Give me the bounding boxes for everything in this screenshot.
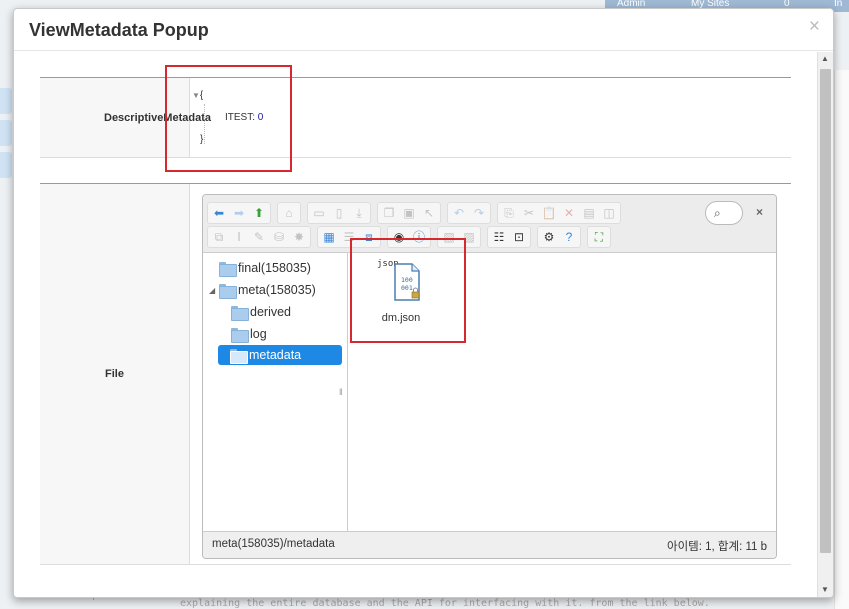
open-icon[interactable]: ▭ bbox=[310, 204, 328, 222]
toolbar-group-undo: ↶ ↷ bbox=[447, 202, 491, 224]
toolbar-group-home: ⌂ bbox=[277, 202, 301, 224]
toolbar-group-fullscreen: ⛶ bbox=[587, 226, 611, 248]
paste-icon[interactable]: 📋 bbox=[540, 204, 558, 222]
resize-icon[interactable]: ◫ bbox=[600, 204, 618, 222]
status-bar: meta(158035)/metadata 아이템: 1, 합계: 11 b bbox=[203, 531, 776, 558]
status-info: 아이템: 1, 합계: 11 b bbox=[667, 541, 767, 553]
folder-icon bbox=[231, 327, 249, 343]
folder-icon bbox=[219, 283, 237, 299]
tree-item-label: final(158035) bbox=[238, 261, 311, 275]
tree-item-label: log bbox=[250, 327, 267, 341]
toolbar-group-create: ⧉ Ⅰ ✎ ⛁ ✸ bbox=[207, 226, 311, 248]
undo-icon[interactable]: ↶ bbox=[450, 204, 468, 222]
toolbar-group-sort: ☷ ⊡ bbox=[487, 226, 531, 248]
tree-resize-handle[interactable]: ‖ bbox=[339, 387, 343, 397]
copy-icon[interactable]: ⎘ bbox=[500, 204, 518, 222]
duplicate-icon[interactable]: ⧉ bbox=[210, 228, 228, 246]
scroll-down-icon[interactable]: ▼ bbox=[821, 585, 829, 594]
toolbar-group-clipboard: ⎘ ✂ 📋 ✕ ▤ ◫ bbox=[497, 202, 621, 224]
modal-header: ViewMetadata Popup × bbox=[14, 9, 833, 51]
bg-right-label: In bbox=[834, 0, 843, 9]
delete-icon[interactable]: ✕ bbox=[560, 204, 578, 222]
folder-tree: final(158035) ◢ meta(158035) derived log bbox=[203, 253, 348, 531]
expand-caret-icon[interactable]: ◢ bbox=[209, 286, 219, 295]
download-icon[interactable]: ⤓ bbox=[350, 204, 368, 222]
icons-view-icon[interactable]: ▦ bbox=[320, 228, 338, 246]
toolbar-group-edit: ❐ ▣ ↖ bbox=[377, 202, 441, 224]
bg-left-tabs bbox=[0, 88, 12, 184]
scroll-up-icon[interactable]: ▲ bbox=[821, 54, 829, 63]
toolbar-group-nav: ⬅ ➡ ⬆ bbox=[207, 202, 271, 224]
up-icon[interactable]: ⬆ bbox=[250, 204, 268, 222]
search-icon: ⌕ bbox=[714, 206, 721, 220]
back-icon[interactable]: ⬅ bbox=[210, 204, 228, 222]
search-clear-icon[interactable]: × bbox=[756, 205, 763, 219]
view-mode-icon[interactable]: ⊡ bbox=[510, 228, 528, 246]
tree-item-label: meta(158035) bbox=[238, 283, 316, 297]
search-input[interactable]: ⌕ bbox=[705, 201, 743, 225]
scrollbar-thumb[interactable] bbox=[820, 69, 831, 553]
highlight-box-file bbox=[350, 238, 466, 343]
tree-item-log[interactable]: log bbox=[231, 324, 267, 344]
empty-icon[interactable]: ▤ bbox=[580, 204, 598, 222]
folder-icon bbox=[230, 348, 248, 364]
redo-icon[interactable]: ↷ bbox=[470, 204, 488, 222]
bg-right-strip bbox=[834, 70, 849, 609]
toolbar-group-help: ⚙ ? bbox=[537, 226, 581, 248]
sort-icon[interactable]: ☷ bbox=[490, 228, 508, 246]
forward-icon[interactable]: ➡ bbox=[230, 204, 248, 222]
edit-icon[interactable]: ✎ bbox=[250, 228, 268, 246]
extract-icon[interactable]: ✸ bbox=[290, 228, 308, 246]
folder-icon bbox=[219, 261, 237, 277]
archive-icon[interactable]: ⛁ bbox=[270, 228, 288, 246]
file-label-text: File bbox=[105, 368, 124, 380]
tree-item-label: derived bbox=[250, 305, 291, 319]
modal-title: ViewMetadata Popup bbox=[29, 20, 209, 40]
toolbar-group-file: ▭ ▯ ⤓ bbox=[307, 202, 371, 224]
tree-item-derived[interactable]: derived bbox=[231, 302, 291, 322]
new-file-icon[interactable]: ▯ bbox=[330, 204, 348, 222]
descriptive-metadata-row: DescriptiveMetadata ▼{ ITEST: 0 } bbox=[40, 77, 791, 158]
file-manager-toolbar: ⬅ ➡ ⬆ ⌂ ▭ ▯ ⤓ ❐ ▣ ↖ ↶ ↷ ⎘ ✂ 📋 ✕ ▤ ◫ ⧉ Ⅰ … bbox=[203, 195, 776, 253]
rename-icon[interactable]: Ⅰ bbox=[230, 228, 248, 246]
close-icon[interactable]: × bbox=[809, 17, 820, 37]
select-icon[interactable]: ↖ bbox=[420, 204, 438, 222]
tree-item-metadata[interactable]: metadata bbox=[218, 345, 342, 365]
tree-item-label: metadata bbox=[249, 348, 302, 362]
file-manager: ⬅ ➡ ⬆ ⌂ ▭ ▯ ⤓ ❐ ▣ ↖ ↶ ↷ ⎘ ✂ 📋 ✕ ▤ ◫ ⧉ Ⅰ … bbox=[202, 194, 777, 559]
cut-icon[interactable]: ✂ bbox=[520, 204, 538, 222]
folder-icon bbox=[231, 305, 249, 321]
help-icon[interactable]: ? bbox=[560, 228, 578, 246]
status-path: meta(158035)/metadata bbox=[212, 538, 335, 550]
home-icon[interactable]: ⌂ bbox=[280, 204, 298, 222]
bg-body-text: explaining the entire database and the A… bbox=[180, 598, 710, 609]
fullscreen-icon[interactable]: ⛶ bbox=[590, 228, 608, 246]
settings-icon[interactable]: ⚙ bbox=[540, 228, 558, 246]
file-label: File bbox=[40, 184, 190, 564]
tree-item-meta[interactable]: ◢ meta(158035) bbox=[209, 280, 316, 300]
tree-item-final[interactable]: final(158035) bbox=[219, 258, 311, 278]
highlight-box-json bbox=[165, 65, 292, 172]
toolbar-row-1: ⬅ ➡ ⬆ ⌂ ▭ ▯ ⤓ ❐ ▣ ↖ ↶ ↷ ⎘ ✂ 📋 ✕ ▤ ◫ bbox=[207, 202, 627, 224]
modal-scrollbar[interactable]: ▲ ▼ bbox=[817, 52, 833, 597]
save-icon[interactable]: ▣ bbox=[400, 204, 418, 222]
copy-file-icon[interactable]: ❐ bbox=[380, 204, 398, 222]
